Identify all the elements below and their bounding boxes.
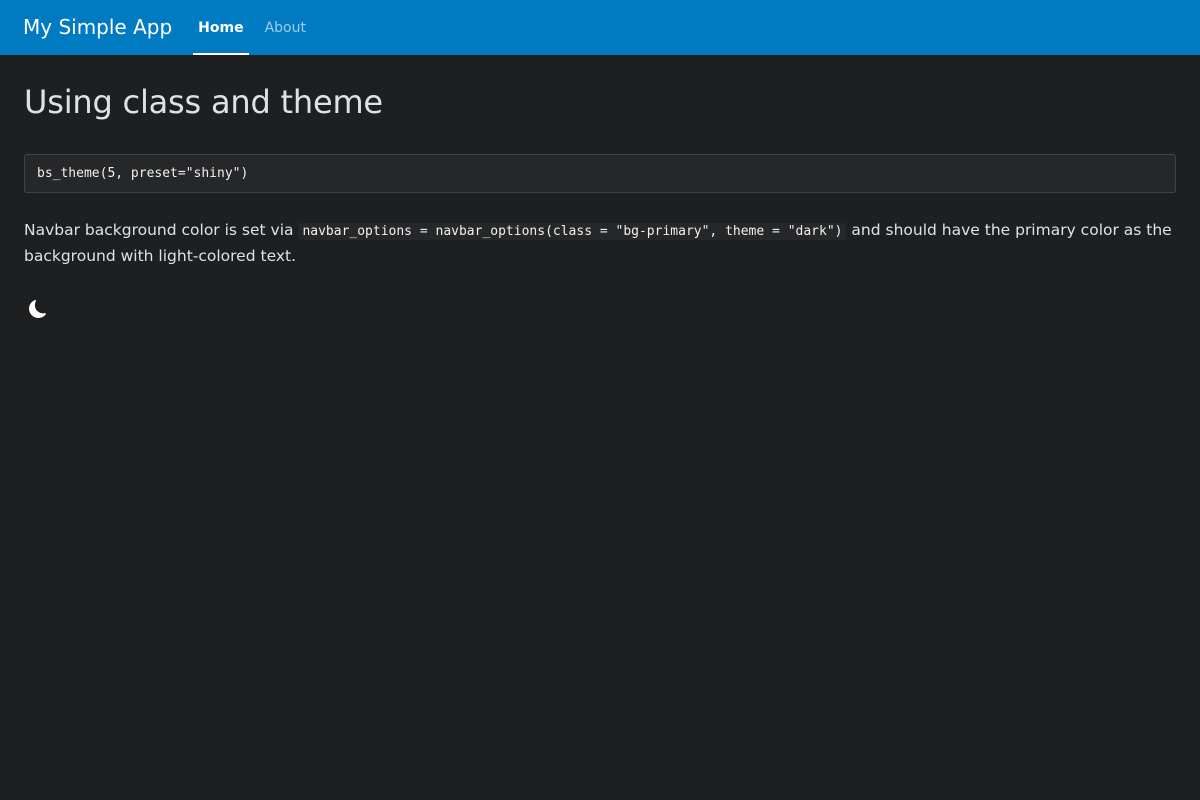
navbar-brand[interactable]: My Simple App xyxy=(23,0,172,55)
main-content: Using class and theme bs_theme(5, preset… xyxy=(0,82,1200,318)
moon-icon-graphic xyxy=(29,300,46,318)
page-title: Using class and theme xyxy=(24,83,383,121)
inline-code: navbar_options = navbar_options(class = … xyxy=(298,223,847,240)
tab-about[interactable]: About xyxy=(260,0,311,55)
tab-home[interactable]: Home xyxy=(193,0,250,55)
navbar: My Simple App Home About xyxy=(0,0,1200,55)
paragraph-text-before: Navbar background color is set via xyxy=(24,221,299,239)
description-paragraph: Navbar background color is set via navba… xyxy=(24,218,1174,268)
code-block: bs_theme(5, preset="shiny") xyxy=(24,154,1176,193)
moon-icon[interactable] xyxy=(29,300,47,318)
